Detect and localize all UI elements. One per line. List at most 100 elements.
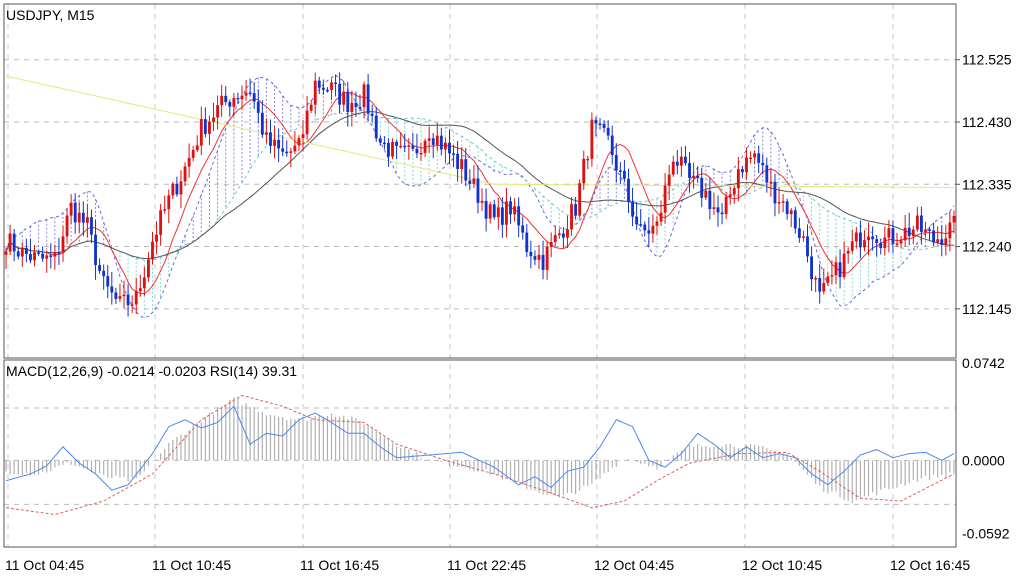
time-tick-label: 12 Oct 10:45: [742, 557, 822, 573]
candle-body: [94, 234, 97, 266]
candle-body: [126, 294, 130, 306]
candle-body: [289, 151, 293, 153]
candle-body: [106, 276, 110, 287]
candle-body: [769, 181, 773, 184]
candle-body: [264, 132, 268, 135]
candle-body: [252, 93, 256, 102]
candle-body: [285, 151, 289, 154]
candle-body: [346, 91, 350, 113]
candle-body: [20, 247, 24, 257]
candle-body: [598, 123, 602, 126]
candle-body: [525, 232, 529, 252]
candle-body: [610, 135, 614, 155]
candle-body: [212, 117, 215, 122]
candle-body: [765, 165, 769, 183]
candle-body: [187, 157, 191, 167]
candle-body: [350, 102, 354, 113]
candle-body: [224, 95, 228, 102]
candle-body: [297, 138, 301, 146]
candle-body: [928, 229, 931, 231]
candle-body: [77, 212, 81, 223]
price-tick-label: 112.525: [962, 52, 1012, 68]
candle-body: [806, 236, 809, 257]
candle-body: [757, 153, 761, 163]
candle-body: [895, 243, 899, 245]
candle-body: [509, 201, 512, 215]
macd-tick-label: -0.0592: [962, 526, 1010, 542]
candle-body: [745, 157, 748, 173]
candle-body: [570, 204, 573, 230]
candle-body: [948, 222, 952, 239]
candle-body: [867, 236, 870, 241]
candle-body: [195, 145, 199, 151]
price-tick-label: 112.335: [962, 176, 1012, 192]
candle-body: [134, 291, 138, 305]
candle-body: [53, 252, 57, 257]
time-tick-label: 11 Oct 10:45: [152, 557, 231, 573]
candle-body: [802, 236, 805, 238]
candle-body: [330, 82, 333, 91]
candle-body: [147, 259, 150, 278]
candle-body: [488, 204, 492, 219]
candle-body: [541, 254, 545, 270]
candle-body: [826, 276, 830, 283]
candle-body: [370, 113, 374, 116]
candle-body: [167, 195, 171, 210]
candle-body: [879, 242, 883, 248]
time-tick-label: 12 Oct 04:45: [594, 557, 674, 573]
price-tick-label: 112.430: [962, 114, 1012, 130]
candle-body: [517, 206, 521, 226]
candle-body: [643, 224, 647, 231]
macd-panel-title: MACD(12,26,9) -0.0214 -0.0203 RSI(14) 39…: [6, 363, 297, 379]
candle-body: [476, 178, 480, 203]
candle-body: [777, 202, 781, 204]
candle-body: [138, 288, 142, 292]
candle-body: [720, 212, 724, 215]
candle-body: [854, 232, 858, 242]
candle-body: [69, 202, 73, 216]
candle-body: [403, 145, 407, 148]
candle-body: [49, 255, 53, 257]
candle-body: [907, 227, 911, 237]
candle-body: [749, 157, 752, 160]
candle-body: [647, 230, 651, 234]
time-tick-label: 11 Oct 16:45: [300, 557, 379, 573]
candle-body: [85, 217, 89, 223]
candle-body: [326, 89, 329, 92]
candle-body: [159, 210, 163, 235]
candle-body: [65, 215, 69, 237]
candle-body: [659, 212, 663, 222]
price-chart-title: USDJPY, M15: [6, 7, 95, 23]
candle-body: [472, 178, 476, 184]
candle-body: [277, 139, 281, 149]
candle-body: [911, 229, 915, 237]
candle-body: [256, 101, 260, 113]
candle-body: [655, 221, 659, 226]
macd-tick-label: 0.0742: [962, 355, 1005, 371]
candle-body: [216, 105, 220, 118]
candle-body: [460, 159, 464, 169]
candle-body: [785, 201, 789, 215]
candle-body: [830, 275, 834, 277]
candle-body: [891, 228, 895, 244]
candle-body: [842, 253, 846, 278]
candle-body: [395, 141, 399, 146]
candle-body: [443, 142, 447, 150]
candle-body: [358, 107, 362, 109]
candle-body: [814, 277, 818, 280]
candle-body: [321, 87, 325, 90]
candle-body: [549, 241, 553, 247]
candle-body: [614, 154, 618, 171]
candle-body: [33, 252, 36, 261]
candle-body: [240, 95, 244, 100]
candle-body: [57, 252, 61, 254]
candle-body: [692, 175, 696, 178]
candle-body: [4, 251, 8, 255]
candle-body: [118, 296, 122, 299]
price-tick-label: 112.145: [962, 301, 1012, 317]
candle-body: [708, 190, 712, 210]
candle-body: [199, 119, 203, 146]
candle-body: [871, 236, 875, 240]
candle-body: [952, 216, 956, 223]
candle-body: [423, 140, 427, 153]
